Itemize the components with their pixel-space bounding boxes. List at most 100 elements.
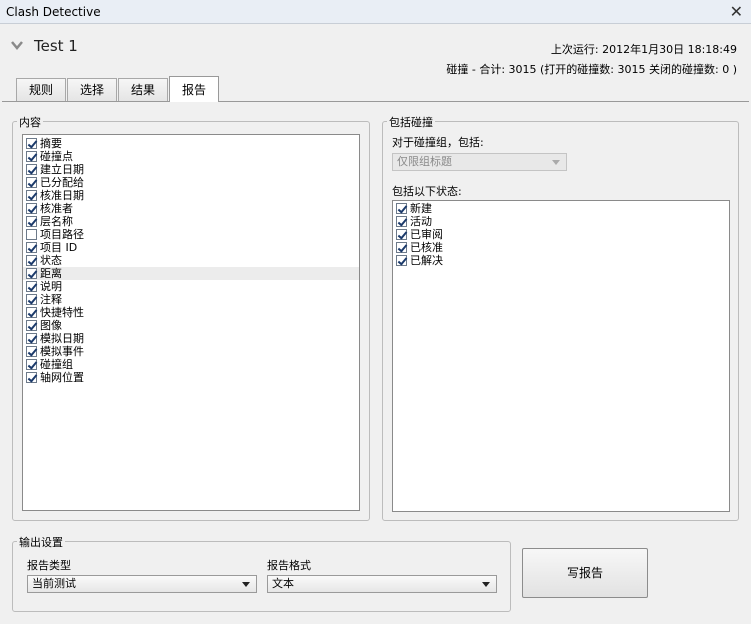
checkbox-label: 核准日期 xyxy=(40,189,84,202)
last-run: 上次运行: 2012年1月30日 18:18:49 xyxy=(551,41,737,57)
window-titlebar: Clash Detective ✕ xyxy=(0,0,751,24)
status-label: 包括以下状态: xyxy=(392,185,462,198)
tab-results[interactable]: 结果 xyxy=(118,78,169,102)
checkbox-row[interactable]: 模拟事件 xyxy=(23,345,359,358)
checkbox-row[interactable]: 快捷特性 xyxy=(23,306,359,319)
checkbox[interactable] xyxy=(396,203,407,214)
checkbox-row[interactable]: 状态 xyxy=(23,254,359,267)
checkbox[interactable] xyxy=(26,372,37,383)
checkbox[interactable] xyxy=(26,268,37,279)
checkbox-row[interactable]: 活动 xyxy=(393,215,729,228)
checkbox[interactable] xyxy=(26,229,37,240)
report-format-select[interactable]: 文本 xyxy=(267,575,497,593)
checkbox-label: 建立日期 xyxy=(40,163,84,176)
checkbox[interactable] xyxy=(26,320,37,331)
checkbox[interactable] xyxy=(26,294,37,305)
clash-summary: 碰撞 - 合计: 3015 (打开的碰撞数: 3015 关闭的碰撞数: 0 ) xyxy=(446,63,737,76)
include-clashes-group: 包括碰撞 对于碰撞组，包括: 仅限组标题 包括以下状态: 新建 活动 已审阅 已核准已… xyxy=(382,114,739,521)
checkbox[interactable] xyxy=(26,346,37,357)
window-title: Clash Detective xyxy=(6,5,101,19)
contents-group-title: 内容 xyxy=(17,114,43,130)
output-settings-group: 输出设置 报告类型 当前测试 报告格式 文本 xyxy=(12,534,511,612)
checkbox[interactable] xyxy=(26,203,37,214)
checkbox-label: 距离 xyxy=(40,267,62,280)
checkbox-row[interactable]: 摘要 xyxy=(23,137,359,150)
checkbox-label: 注释 xyxy=(40,293,62,306)
report-type-label: 报告类型 xyxy=(27,559,71,572)
checkbox-label: 项目路径 xyxy=(40,228,84,241)
tab-select[interactable]: 选择 xyxy=(67,78,118,102)
checkbox-row[interactable]: 距离 xyxy=(23,267,359,280)
tab-report[interactable]: 报告 xyxy=(169,76,220,102)
test-name: Test 1 xyxy=(34,37,78,55)
checkbox[interactable] xyxy=(26,333,37,344)
checkbox[interactable] xyxy=(26,281,37,292)
checkbox-row[interactable]: 层名称 xyxy=(23,215,359,228)
checkbox-row[interactable]: 新建 xyxy=(393,202,729,215)
checkbox[interactable] xyxy=(26,242,37,253)
checkbox-label: 图像 xyxy=(40,319,62,332)
checkbox-row[interactable]: 项目 ID xyxy=(23,241,359,254)
checkbox[interactable] xyxy=(396,255,407,266)
dropdown-arrow-icon xyxy=(482,582,490,587)
tab-rules[interactable]: 规则 xyxy=(16,78,67,102)
checkbox-label: 已审阅 xyxy=(410,228,443,241)
checkbox-row[interactable]: 项目路径 xyxy=(23,228,359,241)
checkbox-label: 已解决 xyxy=(410,254,443,267)
checkbox-label: 碰撞组 xyxy=(40,358,73,371)
status-list[interactable]: 新建 活动 已审阅 已核准 已解决 xyxy=(392,200,730,512)
checkbox-label: 轴网位置 xyxy=(40,371,84,384)
checkbox-row[interactable]: 轴网位置 xyxy=(23,371,359,384)
close-icon[interactable]: ✕ xyxy=(730,2,743,21)
checkbox-label: 活动 xyxy=(410,215,432,228)
checkbox-label: 层名称 xyxy=(40,215,73,228)
last-run-label: 上次运行: xyxy=(550,43,599,56)
checkbox[interactable] xyxy=(26,216,37,227)
last-run-value: 2012年1月30日 18:18:49 xyxy=(602,43,737,56)
checkbox-label: 已核准 xyxy=(410,241,443,254)
clash-group-select: 仅限组标题 xyxy=(392,153,567,171)
checkbox[interactable] xyxy=(26,255,37,266)
checkbox-row[interactable]: 核准日期 xyxy=(23,189,359,202)
contents-list[interactable]: 摘要 碰撞点 建立日期 已分配给 核准日期 核准者 层名称 项目路径 项目 ID 状态 距离 说明 注释… xyxy=(22,134,360,511)
checkbox[interactable] xyxy=(26,138,37,149)
checkbox-row[interactable]: 模拟日期 xyxy=(23,332,359,345)
checkbox[interactable] xyxy=(26,190,37,201)
checkbox-row[interactable]: 碰撞组 xyxy=(23,358,359,371)
checkbox[interactable] xyxy=(26,307,37,318)
checkbox-row[interactable]: 图像 xyxy=(23,319,359,332)
checkbox-row[interactable]: 说明 xyxy=(23,280,359,293)
checkbox[interactable] xyxy=(26,177,37,188)
checkbox-label: 模拟事件 xyxy=(40,345,84,358)
checkbox-label: 核准者 xyxy=(40,202,73,215)
checkbox[interactable] xyxy=(396,216,407,227)
checkbox-row[interactable]: 已审阅 xyxy=(393,228,729,241)
clash-group-select-value: 仅限组标题 xyxy=(397,155,452,168)
checkbox-row[interactable]: 已解决 xyxy=(393,254,729,267)
checkbox[interactable] xyxy=(26,359,37,370)
dropdown-arrow-icon xyxy=(242,582,250,587)
checkbox-row[interactable]: 已核准 xyxy=(393,241,729,254)
tab-bar: 规则 选择 结果 报告 xyxy=(16,76,220,102)
report-type-select[interactable]: 当前测试 xyxy=(27,575,257,593)
output-group-title: 输出设置 xyxy=(17,534,65,550)
checkbox-label: 摘要 xyxy=(40,137,62,150)
checkbox[interactable] xyxy=(26,164,37,175)
checkbox-row[interactable]: 核准者 xyxy=(23,202,359,215)
checkbox[interactable] xyxy=(26,151,37,162)
report-format-value: 文本 xyxy=(272,577,294,590)
checkbox-label: 项目 ID xyxy=(40,241,78,254)
checkbox-row[interactable]: 碰撞点 xyxy=(23,150,359,163)
checkbox-label: 模拟日期 xyxy=(40,332,84,345)
checkbox-label: 已分配给 xyxy=(40,176,84,189)
checkbox-row[interactable]: 已分配给 xyxy=(23,176,359,189)
write-report-button[interactable]: 写报告 xyxy=(522,548,648,598)
report-format-label: 报告格式 xyxy=(267,559,311,572)
checkbox-row[interactable]: 建立日期 xyxy=(23,163,359,176)
clash-group-label: 对于碰撞组，包括: xyxy=(392,136,484,149)
checkbox[interactable] xyxy=(396,242,407,253)
dropdown-arrow-icon xyxy=(552,160,560,165)
chevron-down-icon[interactable] xyxy=(10,38,24,52)
checkbox-row[interactable]: 注释 xyxy=(23,293,359,306)
checkbox[interactable] xyxy=(396,229,407,240)
